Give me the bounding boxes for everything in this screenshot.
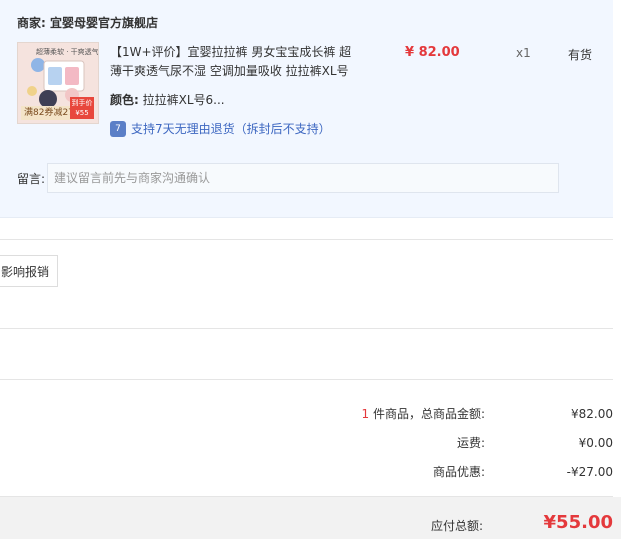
item-count: 1: [361, 407, 370, 421]
discount-label: 商品优惠:: [432, 465, 485, 479]
items-total-label-text: 件商品，总商品金额:: [369, 407, 485, 421]
divider: [0, 239, 613, 240]
spec-label: 颜色:: [110, 93, 139, 107]
discount-row: 商品优惠: -¥27.00: [433, 463, 613, 480]
product-image[interactable]: 超薄柔软 · 干爽透气 满82券减27 到手价 ¥55: [17, 42, 99, 124]
shipping-amount: ¥0.00: [578, 435, 613, 450]
total-payable-amount: ¥55.00: [543, 512, 613, 533]
shipping-row: 运费: ¥0.00: [457, 434, 613, 451]
reimburse-impact-button[interactable]: 影响报销: [0, 255, 59, 287]
spec-value: 拉拉裤XL号6...: [142, 93, 225, 107]
final-price-tag-label: 到手价: [71, 99, 93, 107]
items-total-amount: ¥82.00: [571, 406, 613, 421]
coupon-badge: 满82券减27: [21, 106, 77, 120]
shipping-label: 运费:: [456, 436, 485, 450]
remark-label: 留言:: [17, 172, 46, 186]
items-total-label: 1 件商品，总商品金额:: [362, 405, 486, 422]
return-policy-icon: 7: [110, 120, 126, 137]
shop-label: 商家:: [17, 16, 46, 30]
items-total-row: 1 件商品，总商品金额: ¥82.00: [362, 405, 614, 422]
stock-status: 有货: [568, 48, 593, 62]
product-image-tagline: 超薄柔软 · 干爽透气: [36, 48, 99, 56]
total-payable-label: 应付总额:: [431, 519, 484, 533]
divider: [0, 328, 613, 329]
return-policy-text[interactable]: 支持7天无理由退货（拆封后不支持）: [131, 120, 331, 137]
shop-name-text[interactable]: 宜婴母婴官方旗舰店: [50, 16, 158, 30]
product-title-link[interactable]: 【1W+评价】宜婴拉拉裤 男女宝宝成长裤 超薄干爽透气尿不湿 空调加量吸收 拉拉…: [110, 43, 355, 81]
remark-input[interactable]: [47, 163, 559, 193]
return-policy[interactable]: 7 支持7天无理由退货（拆封后不支持）: [110, 120, 331, 137]
final-price-tag: 到手价 ¥55: [70, 97, 94, 119]
product-spec: 颜色: 拉拉裤XL号6...: [110, 91, 225, 108]
product-price: ¥ 82.00: [405, 45, 460, 60]
divider: [0, 379, 613, 380]
final-price-tag-value: ¥55: [75, 109, 89, 117]
shop-name[interactable]: 商家: 宜婴母婴官方旗舰店: [17, 14, 158, 31]
shop-order-panel: 商家: 宜婴母婴官方旗舰店 超薄柔软 · 干爽透气 满82券减27 到手价 ¥5…: [0, 0, 613, 218]
product-quantity: x1: [516, 46, 531, 60]
total-bar: 应付总额: ¥55.00: [0, 497, 621, 539]
discount-amount: -¥27.00: [566, 464, 613, 479]
